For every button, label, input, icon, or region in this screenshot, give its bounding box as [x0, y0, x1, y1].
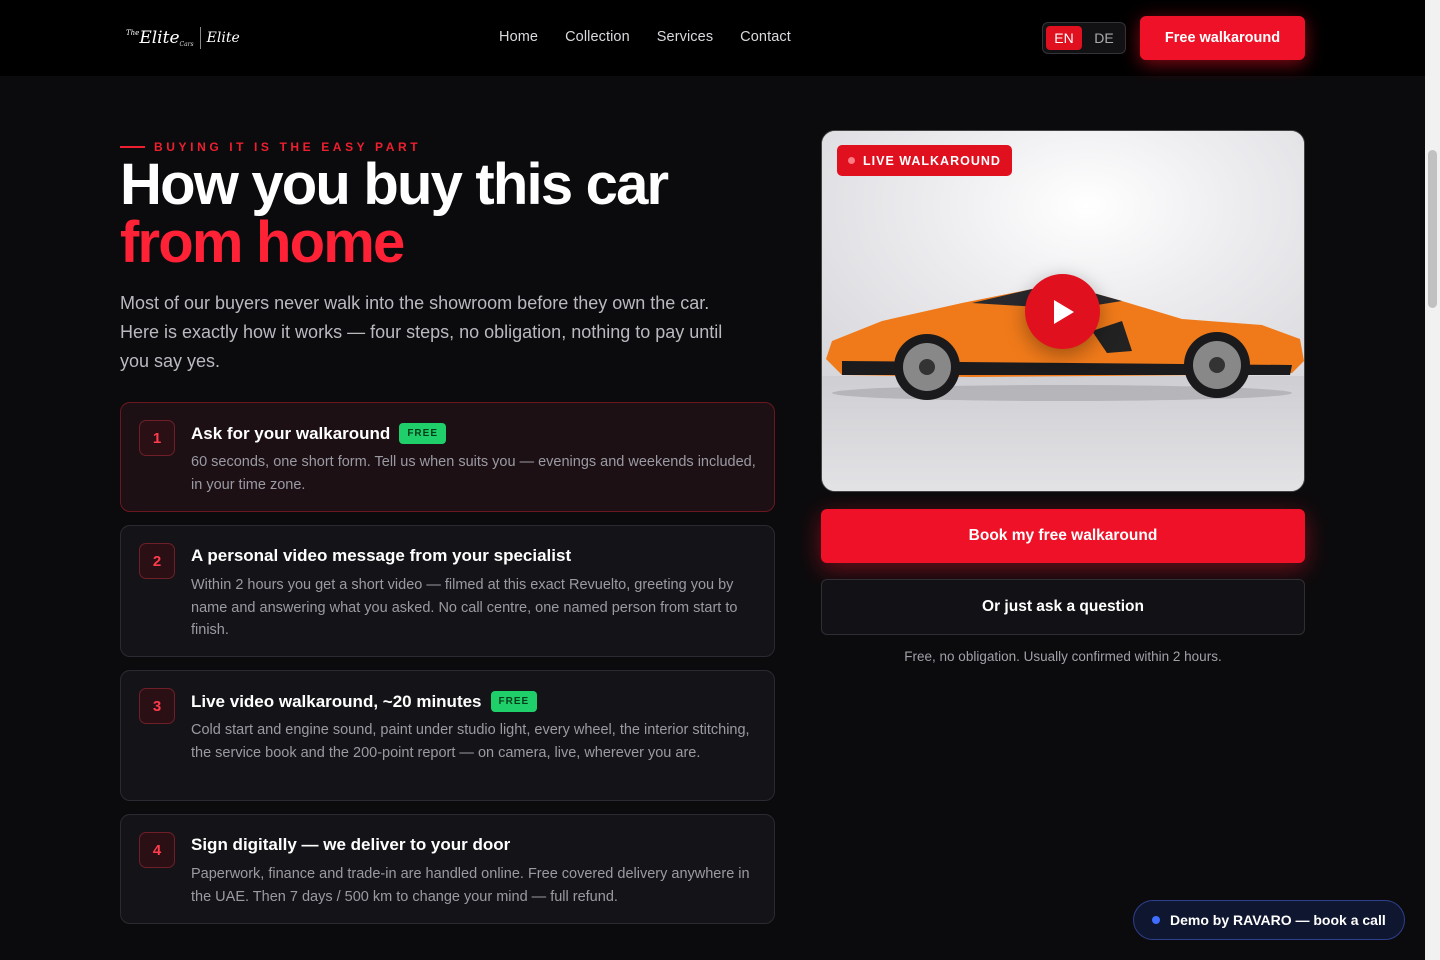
play-icon	[1053, 299, 1074, 324]
main-nav: Home Collection Services Contact	[499, 29, 791, 45]
free-badge: FREE	[490, 691, 538, 712]
eyebrow-line	[120, 146, 145, 148]
status-dot-icon	[1152, 916, 1160, 924]
step-description: 60 seconds, one short form. Tell us when…	[191, 454, 756, 493]
brand-logo[interactable]: TheEliteCars Elite	[126, 26, 240, 50]
step-title-text: Live video walkaround, ~20 minutes	[191, 691, 482, 711]
demo-book-call-pill[interactable]: Demo by RAVARO — book a call	[1133, 900, 1405, 940]
free-walkaround-button[interactable]: Free walkaround	[1140, 16, 1305, 60]
site-header: TheEliteCars Elite Home Collection Servi…	[0, 0, 1425, 76]
page-title: How you buy this car from home	[120, 156, 669, 275]
step-card-2[interactable]: 2 A personal video message from your spe…	[120, 525, 775, 657]
nav-services[interactable]: Services	[657, 29, 713, 45]
nav-contact[interactable]: Contact	[740, 29, 791, 45]
lead-paragraph: Most of our buyers never walk into the s…	[120, 293, 723, 371]
step-number: 3	[139, 688, 175, 724]
step-title-text: Sign digitally — we deliver to your door	[191, 835, 511, 854]
step-card-4[interactable]: 4 Sign digitally — we deliver to your do…	[120, 814, 775, 924]
headline-line1: How you buy this car	[120, 152, 669, 217]
step-number: 2	[139, 543, 175, 579]
step-title-text: Ask for your walkaround	[191, 423, 391, 443]
step-title-text: A personal video message from your speci…	[191, 546, 572, 565]
step-title: Ask for your walkaround FREE	[191, 423, 446, 444]
step-card-1[interactable]: 1 Ask for your walkaround FREE 60 second…	[120, 402, 775, 512]
step-card-3[interactable]: 3 Live video walkaround, ~20 minutes FRE…	[120, 670, 775, 801]
step-description: Paperwork, finance and trade-in are hand…	[191, 866, 750, 905]
logo-divider	[199, 27, 201, 49]
lang-de-button[interactable]: DE	[1086, 26, 1122, 50]
live-walkaround-badge: LIVE WALKAROUND	[837, 145, 1012, 176]
nav-collection[interactable]: Collection	[565, 29, 630, 45]
ask-question-button[interactable]: Or just ask a question	[821, 579, 1305, 635]
logo-signature: Elite	[206, 30, 240, 46]
step-number: 4	[139, 832, 175, 868]
confirmation-note: Free, no obligation. Usually confirmed w…	[904, 649, 1222, 664]
scrollbar-thumb[interactable]	[1428, 150, 1437, 308]
nav-home[interactable]: Home	[499, 29, 538, 45]
headline-line2: from home	[120, 210, 405, 275]
live-badge-label: LIVE WALKAROUND	[863, 153, 1001, 168]
page-scrollbar[interactable]	[1425, 0, 1440, 960]
lang-en-button[interactable]: EN	[1046, 26, 1082, 50]
step-number: 1	[139, 420, 175, 456]
free-badge: FREE	[399, 423, 446, 444]
language-switcher: EN DE	[1042, 22, 1126, 54]
step-title: A personal video message from your speci…	[191, 546, 571, 566]
live-dot-icon	[848, 157, 855, 164]
logo-wordmark: TheEliteCars	[126, 28, 194, 48]
book-walkaround-button[interactable]: Book my free walkaround	[821, 509, 1305, 563]
step-description: Cold start and engine sound, paint under…	[191, 722, 750, 761]
play-button[interactable]	[1025, 274, 1100, 349]
video-walkaround-player[interactable]: LIVE WALKAROUND	[821, 130, 1305, 492]
demo-label: Demo by RAVARO — book a call	[1170, 912, 1386, 928]
step-title: Live video walkaround, ~20 minutes FREE	[191, 691, 538, 712]
step-description: Within 2 hours you get a short video — f…	[191, 577, 738, 638]
step-title: Sign digitally — we deliver to your door	[191, 835, 510, 855]
